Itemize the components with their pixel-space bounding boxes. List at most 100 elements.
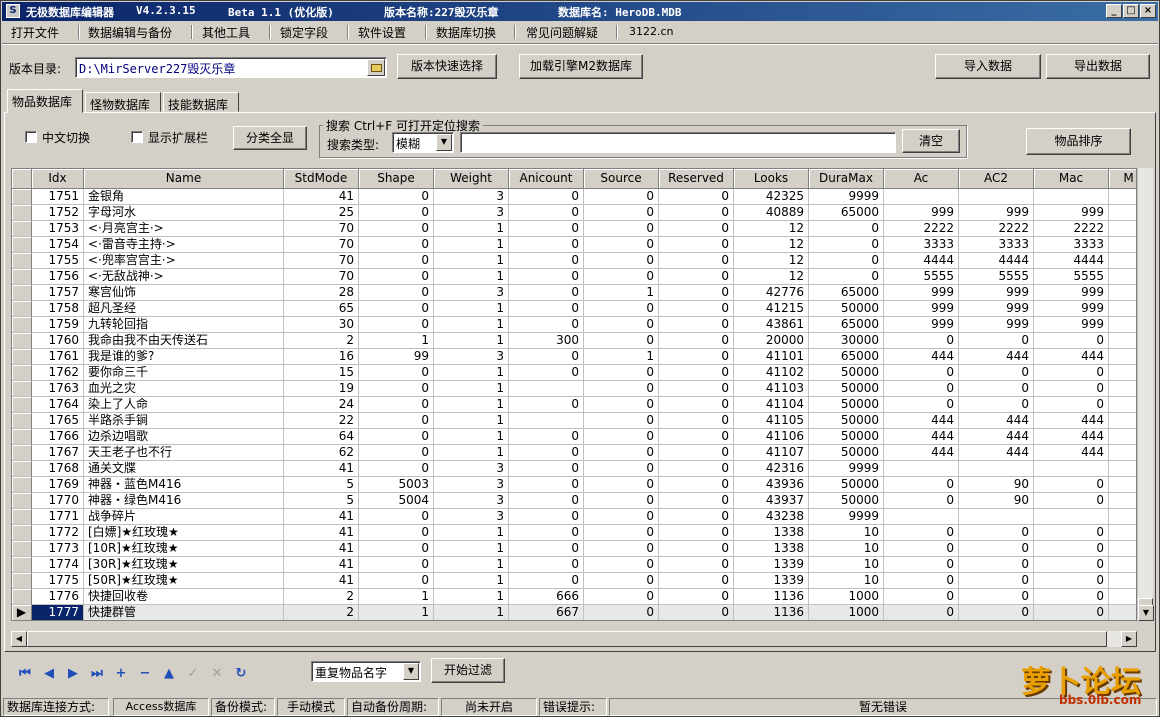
nav-next-icon[interactable]: ▶ (63, 664, 83, 684)
row-indicator[interactable] (12, 349, 32, 365)
cell-reserved[interactable]: 0 (659, 317, 734, 333)
column-header-shape[interactable]: Shape (359, 169, 434, 189)
menu-site-link[interactable]: 3122.cn (629, 25, 674, 38)
cell-stdmode[interactable]: 5 (284, 493, 359, 509)
cell-mac[interactable]: 0 (1034, 365, 1109, 381)
cell-mac[interactable]: 0 (1034, 557, 1109, 573)
cell-reserved[interactable]: 0 (659, 589, 734, 605)
maximize-button[interactable]: □ (1123, 4, 1139, 18)
cell-reserved[interactable]: 0 (659, 397, 734, 413)
cell-reserved[interactable]: 0 (659, 237, 734, 253)
row-indicator[interactable] (12, 397, 32, 413)
cell-weight[interactable]: 1 (434, 317, 509, 333)
cell-reserved[interactable]: 0 (659, 541, 734, 557)
cell-ac[interactable]: 999 (884, 285, 959, 301)
cell-source[interactable]: 0 (584, 573, 659, 589)
cell-stdmode[interactable]: 2 (284, 333, 359, 349)
menu-other-tools[interactable]: 其他工具 (202, 24, 250, 41)
import-button[interactable]: 导入数据 (935, 54, 1041, 79)
cell-weight[interactable]: 1 (434, 365, 509, 381)
cell-looks[interactable]: 41102 (734, 365, 809, 381)
row-indicator[interactable] (12, 589, 32, 605)
nav-insert-icon[interactable]: + (111, 664, 131, 684)
cell-reserved[interactable]: 0 (659, 205, 734, 221)
scroll-left-icon[interactable]: ◀ (11, 631, 27, 647)
filter-type-select[interactable]: 重复物品名字 ▼ (311, 661, 421, 682)
column-header-idx[interactable]: Idx (32, 169, 84, 189)
cell-looks[interactable]: 12 (734, 221, 809, 237)
table-row[interactable]: 1755 <·兜率宫宫主·> 70 0 1 0 0 0 12 0 4444 4444 4444 (12, 253, 1136, 269)
tab-monster-db[interactable]: 怪物数据库 (85, 92, 161, 112)
cell-weight[interactable]: 1 (434, 333, 509, 349)
cell-anicount[interactable]: 0 (509, 285, 584, 301)
cell-ac2[interactable] (959, 509, 1034, 525)
cell-ac[interactable]: 999 (884, 205, 959, 221)
cell-idx[interactable]: 1757 (32, 285, 84, 301)
cell-source[interactable]: 0 (584, 189, 659, 205)
cell-reserved[interactable]: 0 (659, 365, 734, 381)
cell-weight[interactable]: 1 (434, 429, 509, 445)
cell-source[interactable]: 0 (584, 333, 659, 349)
close-button[interactable]: × (1140, 4, 1156, 18)
cell-m[interactable] (1109, 477, 1136, 493)
cell-weight[interactable]: 3 (434, 205, 509, 221)
cell-ac[interactable]: 0 (884, 557, 959, 573)
export-button[interactable]: 导出数据 (1046, 54, 1150, 79)
cell-name[interactable]: 半路杀手锏 (84, 413, 284, 429)
column-header-weight[interactable]: Weight (434, 169, 509, 189)
cn-switch-checkbox[interactable] (25, 131, 37, 143)
cell-stdmode[interactable]: 41 (284, 541, 359, 557)
cell-duramax[interactable]: 0 (809, 269, 884, 285)
cell-shape[interactable]: 0 (359, 397, 434, 413)
cell-reserved[interactable]: 0 (659, 221, 734, 237)
cell-idx[interactable]: 1761 (32, 349, 84, 365)
cell-shape[interactable]: 0 (359, 285, 434, 301)
cell-name[interactable]: 通关文牒 (84, 461, 284, 477)
cell-ac[interactable]: 3333 (884, 237, 959, 253)
cell-mac[interactable]: 444 (1034, 413, 1109, 429)
cell-duramax[interactable]: 65000 (809, 349, 884, 365)
column-header-m[interactable]: M (1109, 169, 1136, 189)
cell-reserved[interactable]: 0 (659, 557, 734, 573)
cell-weight[interactable]: 1 (434, 557, 509, 573)
table-row[interactable]: 1757 寒宫仙饰 28 0 3 0 1 0 42776 65000 999 999 999 (12, 285, 1136, 301)
cell-anicount[interactable]: 666 (509, 589, 584, 605)
cell-weight[interactable]: 1 (434, 221, 509, 237)
cell-source[interactable]: 0 (584, 461, 659, 477)
cell-m[interactable] (1109, 605, 1136, 620)
cell-idx[interactable]: 1773 (32, 541, 84, 557)
cell-duramax[interactable]: 9999 (809, 189, 884, 205)
cell-anicount[interactable] (509, 413, 584, 429)
cell-looks[interactable]: 12 (734, 253, 809, 269)
cell-anicount[interactable]: 0 (509, 557, 584, 573)
nav-last-icon[interactable]: ⏭ (87, 664, 107, 684)
cell-looks[interactable]: 43937 (734, 493, 809, 509)
cell-duramax[interactable]: 1000 (809, 605, 884, 620)
cell-idx[interactable]: 1776 (32, 589, 84, 605)
table-row[interactable]: 1763 血光之灾 19 0 1 0 0 41103 50000 0 0 0 (12, 381, 1136, 397)
cell-reserved[interactable]: 0 (659, 349, 734, 365)
cell-anicount[interactable]: 0 (509, 301, 584, 317)
cell-reserved[interactable]: 0 (659, 509, 734, 525)
cell-name[interactable]: [50R]★红玫瑰★ (84, 573, 284, 589)
cell-weight[interactable]: 1 (434, 573, 509, 589)
row-indicator[interactable] (12, 461, 32, 477)
cell-looks[interactable]: 41215 (734, 301, 809, 317)
cell-looks[interactable]: 42776 (734, 285, 809, 301)
cell-m[interactable] (1109, 301, 1136, 317)
cell-looks[interactable]: 12 (734, 269, 809, 285)
cell-stdmode[interactable]: 62 (284, 445, 359, 461)
cell-reserved[interactable]: 0 (659, 477, 734, 493)
cell-ac[interactable]: 444 (884, 349, 959, 365)
cell-m[interactable] (1109, 509, 1136, 525)
cell-shape[interactable]: 5004 (359, 493, 434, 509)
table-row[interactable]: 1760 我命由我不由天传送石 2 1 1 300 0 0 20000 30000 0 0 0 (12, 333, 1136, 349)
cell-reserved[interactable]: 0 (659, 285, 734, 301)
cell-ac[interactable]: 0 (884, 333, 959, 349)
cell-idx[interactable]: 1771 (32, 509, 84, 525)
cell-name[interactable]: <·月亮宫主·> (84, 221, 284, 237)
cell-stdmode[interactable]: 15 (284, 365, 359, 381)
clear-button[interactable]: 清空 (902, 129, 960, 153)
cell-anicount[interactable]: 0 (509, 477, 584, 493)
cell-reserved[interactable]: 0 (659, 269, 734, 285)
